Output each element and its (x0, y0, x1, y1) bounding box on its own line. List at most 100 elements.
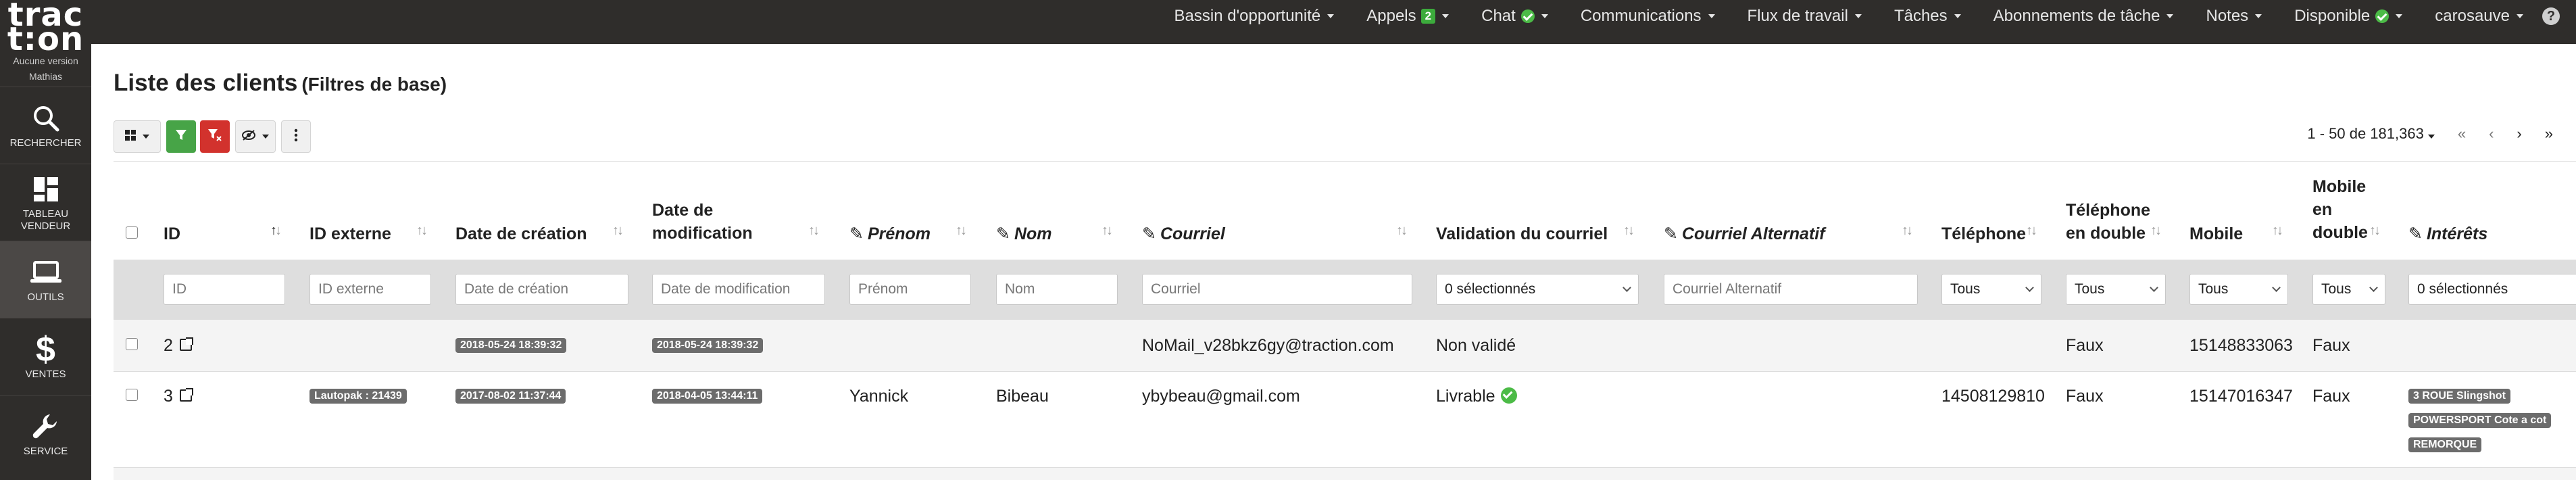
caret-down-icon (262, 135, 269, 139)
phone-cell[interactable]: 14508129810 (1941, 387, 2045, 406)
sort-icon[interactable]: ↑↓ (612, 223, 624, 239)
col-header-modified[interactable]: Date de modification (652, 199, 753, 245)
sort-icon[interactable]: ↑↓ (1623, 223, 1635, 239)
filter-alt-email-input[interactable]: Courriel Alternatif (1664, 274, 1918, 305)
col-header-id[interactable]: ID (164, 222, 180, 245)
sort-icon[interactable]: ↑↓ (416, 223, 428, 239)
sort-icon[interactable]: ↑↓ (1101, 223, 1113, 239)
filter-external-id-input[interactable]: ID externe (309, 274, 431, 305)
row-checkbox[interactable] (126, 338, 138, 350)
pagination: 1 - 50 de 181,363 « ‹ › » (2307, 125, 2576, 143)
email-cell[interactable]: ybybeau@gmail.com (1142, 387, 1300, 406)
filter-id-input[interactable]: ID (164, 274, 285, 305)
nav-tasks[interactable]: Tâches (1878, 0, 1977, 32)
sort-icon[interactable]: ↑↓ (2150, 223, 2162, 239)
filter-mobile-select[interactable]: Tous (2189, 274, 2288, 305)
col-header-external-id[interactable]: ID externe (309, 222, 391, 245)
external-link-icon[interactable] (179, 388, 193, 402)
table-row[interactable] (114, 468, 2576, 480)
external-link-icon[interactable] (179, 337, 193, 352)
filter-phone-dup-select[interactable]: Tous (2066, 274, 2166, 305)
col-header-phone-dup[interactable]: Téléphone en double (2066, 199, 2150, 245)
grid-icon (125, 129, 136, 144)
sort-icon[interactable]: ↑↓ (808, 223, 820, 239)
filter-email-input[interactable]: Courriel (1142, 274, 1412, 305)
nav-calls[interactable]: Appels 2 (1350, 0, 1465, 32)
more-options-button[interactable] (281, 120, 311, 153)
wrench-icon (31, 410, 61, 443)
filter-first-name-input[interactable]: Prénom (849, 274, 971, 305)
col-header-last-name[interactable]: ✎ Nom (996, 222, 1052, 245)
column-visibility-button[interactable] (235, 120, 276, 153)
sort-icon[interactable]: ↑↓ (270, 223, 282, 239)
col-header-first-name[interactable]: ✎ Prénom (849, 222, 931, 245)
sidebar-item-dashboard[interactable]: TABLEAU VENDEUR (0, 164, 91, 241)
filter-created-input[interactable]: Date de création (455, 274, 628, 305)
col-header-phone[interactable]: Téléphone (1941, 222, 2026, 245)
sort-icon[interactable]: ↑↓ (1396, 223, 1408, 239)
first-page-button[interactable]: « (2458, 125, 2466, 143)
row-id[interactable]: 2 (164, 336, 193, 356)
mobile-cell[interactable]: 15148833063 (2189, 336, 2293, 356)
chevron-down-icon (2150, 283, 2158, 292)
sort-icon[interactable]: ↑↓ (2369, 223, 2381, 239)
col-header-mobile-dup[interactable]: Mobile en double (2312, 175, 2368, 244)
filter-modified-input[interactable]: Date de modification (652, 274, 825, 305)
help-icon[interactable]: ? (2542, 7, 2560, 25)
col-header-alt-email[interactable]: ✎ Courriel Alternatif (1664, 222, 1825, 245)
last-page-button[interactable]: » (2545, 125, 2553, 143)
chevron-down-icon (1623, 283, 1631, 292)
grid-top-border (114, 161, 2576, 162)
view-layout-button[interactable] (114, 120, 161, 153)
prev-page-button[interactable]: ‹ (2489, 125, 2494, 143)
nav-user-menu[interactable]: carosauve (2419, 0, 2540, 32)
page-subtitle: (Filtres de base) (301, 74, 447, 95)
nav-task-subscriptions[interactable]: Abonnements de tâche (1977, 0, 2190, 32)
sidebar-item-service[interactable]: SERVICE (0, 395, 91, 472)
col-header-interests[interactable]: ✎ Intérêts (2408, 222, 2487, 245)
nav-opportunity-pool[interactable]: Bassin d'opportunité (1158, 0, 1351, 32)
filter-last-name-input[interactable]: Nom (996, 274, 1118, 305)
chevron-down-icon (2369, 283, 2378, 292)
sort-icon[interactable]: ↑↓ (1902, 223, 1913, 239)
col-header-mobile[interactable]: Mobile (2189, 222, 2243, 245)
nav-chat[interactable]: Chat (1465, 0, 1564, 32)
next-page-button[interactable]: › (2517, 125, 2521, 143)
caret-down-icon (1541, 14, 1548, 18)
caret-down-icon (1854, 14, 1862, 18)
interest-tag: 3 ROUE Slingshot (2408, 389, 2510, 404)
sort-icon[interactable]: ↑↓ (2272, 223, 2283, 239)
traction-logo[interactable]: trac t:on Aucune version Mathias (0, 0, 91, 87)
created-date-label: 2018-05-24 18:39:32 (455, 338, 567, 353)
page-range-dropdown[interactable]: 1 - 50 de 181,363 (2307, 125, 2435, 143)
sort-icon[interactable]: ↑↓ (956, 223, 967, 239)
filter-button[interactable] (166, 120, 196, 153)
col-header-email-validation[interactable]: Validation du courriel (1436, 222, 1608, 245)
top-nav-menu: Bassin d'opportunité Appels 2 Chat Commun… (1158, 0, 2576, 32)
email-cell[interactable]: NoMail_v28bkz6gy@traction.com (1142, 336, 1394, 356)
validation-cell: Non validé (1436, 336, 1516, 355)
mobile-cell[interactable]: 15147016347 (2189, 387, 2293, 406)
filter-mobile-dup-select[interactable]: Tous (2312, 274, 2385, 305)
phone-dup-cell: Faux (2066, 336, 2104, 355)
user-label: Mathias (28, 71, 63, 82)
sidebar-item-tools[interactable]: OUTILS (0, 241, 91, 318)
clear-filters-button[interactable] (200, 120, 230, 153)
page-title: Liste des clients (Filtres de base) (114, 70, 447, 96)
sidebar-item-search[interactable]: RECHERCHER (0, 87, 91, 164)
col-header-created[interactable]: Date de création (455, 222, 587, 245)
select-all-checkbox[interactable] (126, 226, 138, 239)
row-id[interactable]: 3 (164, 387, 193, 406)
calls-count-badge: 2 (1420, 9, 1436, 24)
row-checkbox[interactable] (126, 389, 138, 401)
nav-availability[interactable]: Disponible (2278, 0, 2419, 32)
sidebar-item-sales[interactable]: $ VENTES (0, 318, 91, 395)
nav-communications[interactable]: Communications (1564, 0, 1731, 32)
filter-interests-select[interactable]: 0 sélectionnés (2408, 274, 2576, 305)
filter-email-validation-select[interactable]: 0 sélectionnés (1436, 274, 1639, 305)
nav-notes[interactable]: Notes (2189, 0, 2278, 32)
filter-phone-select[interactable]: Tous (1941, 274, 2041, 305)
col-header-email[interactable]: ✎ Courriel (1142, 222, 1225, 245)
nav-workflow[interactable]: Flux de travail (1731, 0, 1878, 32)
sort-icon[interactable]: ↑↓ (2026, 223, 2037, 239)
